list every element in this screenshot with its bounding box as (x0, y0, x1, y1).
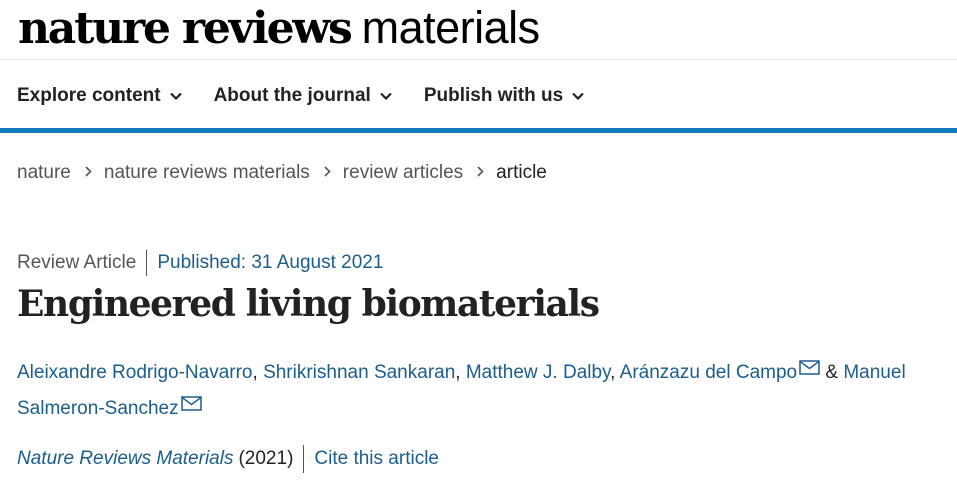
header-divider (0, 59, 957, 60)
author-link[interactable]: Aleixandre Rodrigo-Navarro (17, 362, 253, 383)
article-type: Review Article (17, 252, 137, 273)
chevron-right-icon (324, 165, 331, 177)
chevron-down-icon (380, 92, 392, 100)
logo-materials: materials (361, 2, 541, 53)
cite-this-article-link[interactable]: Cite this article (314, 448, 439, 470)
author-separator: & (820, 362, 844, 383)
mail-icon[interactable] (799, 353, 820, 386)
article-meta: Review Article Published: 31 August 2021 (17, 250, 383, 276)
author-separator: , (610, 362, 620, 383)
journal-info: Nature Reviews Materials (2021) Cite thi… (17, 445, 439, 473)
chevron-down-icon (169, 92, 182, 100)
author-link[interactable]: Matthew J. Dalby (466, 362, 610, 383)
nav-about-journal[interactable]: About the journal (214, 85, 392, 107)
nav-item-label: About the journal (213, 85, 371, 106)
nav-explore-content[interactable]: Explore content (17, 85, 182, 107)
meta-divider (146, 250, 148, 276)
author-list: Aleixandre Rodrigo-Navarro, Shrikrishnan… (17, 353, 952, 425)
journal-year: (2021) (238, 448, 294, 469)
nav-publish-with-us[interactable]: Publish with us (424, 85, 584, 107)
mail-icon[interactable] (180, 389, 202, 422)
article-title: Engineered living biomaterials (17, 283, 600, 325)
nav-accent-bar (0, 128, 957, 133)
nav-item-label: Explore content (17, 85, 161, 106)
breadcrumb: nature nature reviews materials review a… (17, 160, 547, 186)
chevron-right-icon (85, 165, 92, 177)
breadcrumb-journal[interactable]: nature reviews materials (104, 162, 310, 184)
author-separator: , (252, 362, 264, 383)
chevron-down-icon (572, 92, 584, 100)
breadcrumb-review-articles[interactable]: review articles (343, 162, 463, 184)
published-date: Published: 31 August 2021 (157, 252, 384, 273)
main-nav: Explore content About the journal Publis… (17, 80, 616, 112)
author-separator: , (455, 362, 466, 383)
breadcrumb-current: article (496, 162, 547, 183)
nav-item-label: Publish with us (423, 85, 564, 106)
author-link[interactable]: Shrikrishnan Sankaran (263, 362, 455, 383)
author-link[interactable]: Aránzazu del Campo (620, 362, 797, 383)
breadcrumb-nature[interactable]: nature (17, 162, 71, 184)
journal-logo[interactable]: nature reviews materials (18, 2, 540, 54)
journal-name: Nature Reviews Materials (17, 448, 234, 469)
chevron-right-icon (477, 165, 484, 177)
journal-divider (303, 445, 305, 473)
logo-nature-reviews: nature reviews (18, 3, 353, 54)
